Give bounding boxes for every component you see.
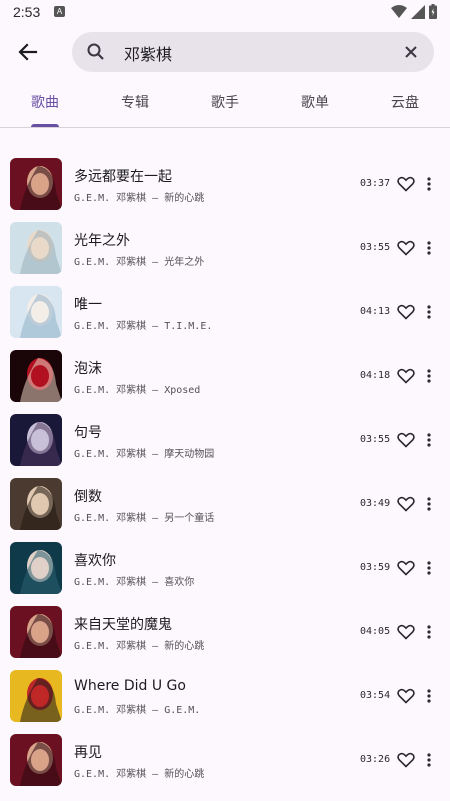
status-bar: 2:53 A bbox=[0, 0, 450, 24]
song-title: 多远都要在一起 bbox=[74, 169, 172, 185]
song-row[interactable]: Where Did U Go G.E.M. 邓紫棋 – G.E.M. 03:54 bbox=[0, 664, 450, 728]
album-cover bbox=[10, 158, 62, 210]
heart-icon[interactable] bbox=[397, 368, 415, 384]
album-cover bbox=[10, 606, 62, 658]
status-time: 2:53 bbox=[13, 4, 41, 20]
song-duration: 04:18 bbox=[360, 370, 391, 381]
song-subtitle: G.E.M. 邓紫棋 – 另一个童话 bbox=[74, 513, 215, 524]
song-duration: 03:55 bbox=[360, 242, 391, 253]
more-vert-icon[interactable] bbox=[424, 241, 434, 255]
album-cover bbox=[10, 542, 62, 594]
more-vert-icon[interactable] bbox=[424, 177, 434, 191]
album-cover bbox=[10, 414, 62, 466]
more-vert-icon[interactable] bbox=[424, 497, 434, 511]
song-title: 光年之外 bbox=[74, 233, 130, 249]
song-subtitle: G.E.M. 邓紫棋 – 新的心跳 bbox=[74, 769, 205, 780]
song-subtitle: G.E.M. 邓紫棋 – G.E.M. bbox=[74, 705, 201, 716]
more-vert-icon[interactable] bbox=[424, 433, 434, 447]
song-row[interactable]: 泡沫 G.E.M. 邓紫棋 – Xposed 04:18 bbox=[0, 344, 450, 408]
song-row[interactable]: 再见 G.E.M. 邓紫棋 – 新的心跳 03:26 bbox=[0, 728, 450, 792]
tab-artists[interactable]: 歌手 bbox=[180, 80, 270, 127]
heart-icon[interactable] bbox=[397, 560, 415, 576]
system-icons bbox=[391, 4, 437, 19]
more-vert-icon[interactable] bbox=[424, 625, 434, 639]
song-subtitle: G.E.M. 邓紫棋 – 新的心跳 bbox=[74, 193, 205, 204]
heart-icon[interactable] bbox=[397, 304, 415, 320]
battery-icon bbox=[429, 4, 437, 19]
tab-playlists[interactable]: 歌单 bbox=[270, 80, 360, 127]
heart-icon[interactable] bbox=[397, 496, 415, 512]
song-duration: 03:26 bbox=[360, 754, 391, 765]
tab-cloud[interactable]: 云盘 bbox=[360, 80, 450, 127]
song-row[interactable]: 光年之外 G.E.M. 邓紫棋 – 光年之外 03:55 bbox=[0, 216, 450, 280]
album-cover bbox=[10, 222, 62, 274]
song-row[interactable]: 喜欢你 G.E.M. 邓紫棋 – 喜欢你 03:59 bbox=[0, 536, 450, 600]
song-duration: 03:49 bbox=[360, 498, 391, 509]
search-icon bbox=[87, 43, 104, 60]
song-title: 泡沫 bbox=[74, 361, 102, 377]
song-duration: 03:37 bbox=[360, 178, 391, 189]
song-subtitle: G.E.M. 邓紫棋 – 摩天动物园 bbox=[74, 449, 215, 460]
more-vert-icon[interactable] bbox=[424, 689, 434, 703]
heart-icon[interactable] bbox=[397, 176, 415, 192]
album-cover bbox=[10, 670, 62, 722]
song-row[interactable]: 句号 G.E.M. 邓紫棋 – 摩天动物园 03:55 bbox=[0, 408, 450, 472]
song-duration: 04:13 bbox=[360, 306, 391, 317]
more-vert-icon[interactable] bbox=[424, 305, 434, 319]
search-bar[interactable]: 邓紫棋 bbox=[72, 32, 434, 72]
song-duration: 03:59 bbox=[360, 562, 391, 573]
song-title: Where Did U Go bbox=[74, 678, 186, 694]
more-vert-icon[interactable] bbox=[424, 369, 434, 383]
song-title: 倒数 bbox=[74, 489, 102, 505]
song-row[interactable]: 多远都要在一起 G.E.M. 邓紫棋 – 新的心跳 03:37 bbox=[0, 152, 450, 216]
song-subtitle: G.E.M. 邓紫棋 – T.I.M.E. bbox=[74, 321, 213, 332]
song-row[interactable]: 来自天堂的魔鬼 G.E.M. 邓紫棋 – 新的心跳 04:05 bbox=[0, 600, 450, 664]
album-cover bbox=[10, 350, 62, 402]
back-button[interactable] bbox=[14, 38, 42, 66]
song-title: 唯一 bbox=[74, 297, 102, 313]
song-subtitle: G.E.M. 邓紫棋 – 喜欢你 bbox=[74, 577, 195, 588]
song-subtitle: G.E.M. 邓紫棋 – Xposed bbox=[74, 385, 201, 396]
tab-songs[interactable]: 歌曲 bbox=[0, 80, 90, 127]
song-duration: 03:54 bbox=[360, 690, 391, 701]
song-duration: 04:05 bbox=[360, 626, 391, 637]
song-title: 来自天堂的魔鬼 bbox=[74, 617, 172, 633]
song-title: 句号 bbox=[74, 425, 102, 441]
heart-icon[interactable] bbox=[397, 688, 415, 704]
tab-bar: 歌曲 专辑 歌手 歌单 云盘 bbox=[0, 80, 450, 128]
clear-icon[interactable] bbox=[402, 43, 420, 61]
song-title: 再见 bbox=[74, 745, 102, 761]
more-vert-icon[interactable] bbox=[424, 753, 434, 767]
wifi-icon bbox=[391, 4, 407, 18]
song-row[interactable]: 倒数 G.E.M. 邓紫棋 – 另一个童话 03:49 bbox=[0, 472, 450, 536]
album-cover bbox=[10, 286, 62, 338]
song-row[interactable]: 唯一 G.E.M. 邓紫棋 – T.I.M.E. 04:13 bbox=[0, 280, 450, 344]
song-title: 喜欢你 bbox=[74, 553, 116, 569]
heart-icon[interactable] bbox=[397, 752, 415, 768]
more-vert-icon[interactable] bbox=[424, 561, 434, 575]
album-cover bbox=[10, 734, 62, 786]
heart-icon[interactable] bbox=[397, 240, 415, 256]
song-duration: 03:55 bbox=[360, 434, 391, 445]
signal-icon bbox=[411, 4, 425, 19]
arrow-back-icon bbox=[18, 43, 38, 61]
song-subtitle: G.E.M. 邓紫棋 – 光年之外 bbox=[74, 257, 205, 268]
tab-indicator bbox=[31, 124, 59, 127]
search-input[interactable]: 邓紫棋 bbox=[124, 41, 172, 65]
tab-albums[interactable]: 专辑 bbox=[90, 80, 180, 127]
song-subtitle: G.E.M. 邓紫棋 – 新的心跳 bbox=[74, 641, 205, 652]
album-cover bbox=[10, 478, 62, 530]
notification-icon: A bbox=[54, 6, 65, 17]
heart-icon[interactable] bbox=[397, 624, 415, 640]
heart-icon[interactable] bbox=[397, 432, 415, 448]
